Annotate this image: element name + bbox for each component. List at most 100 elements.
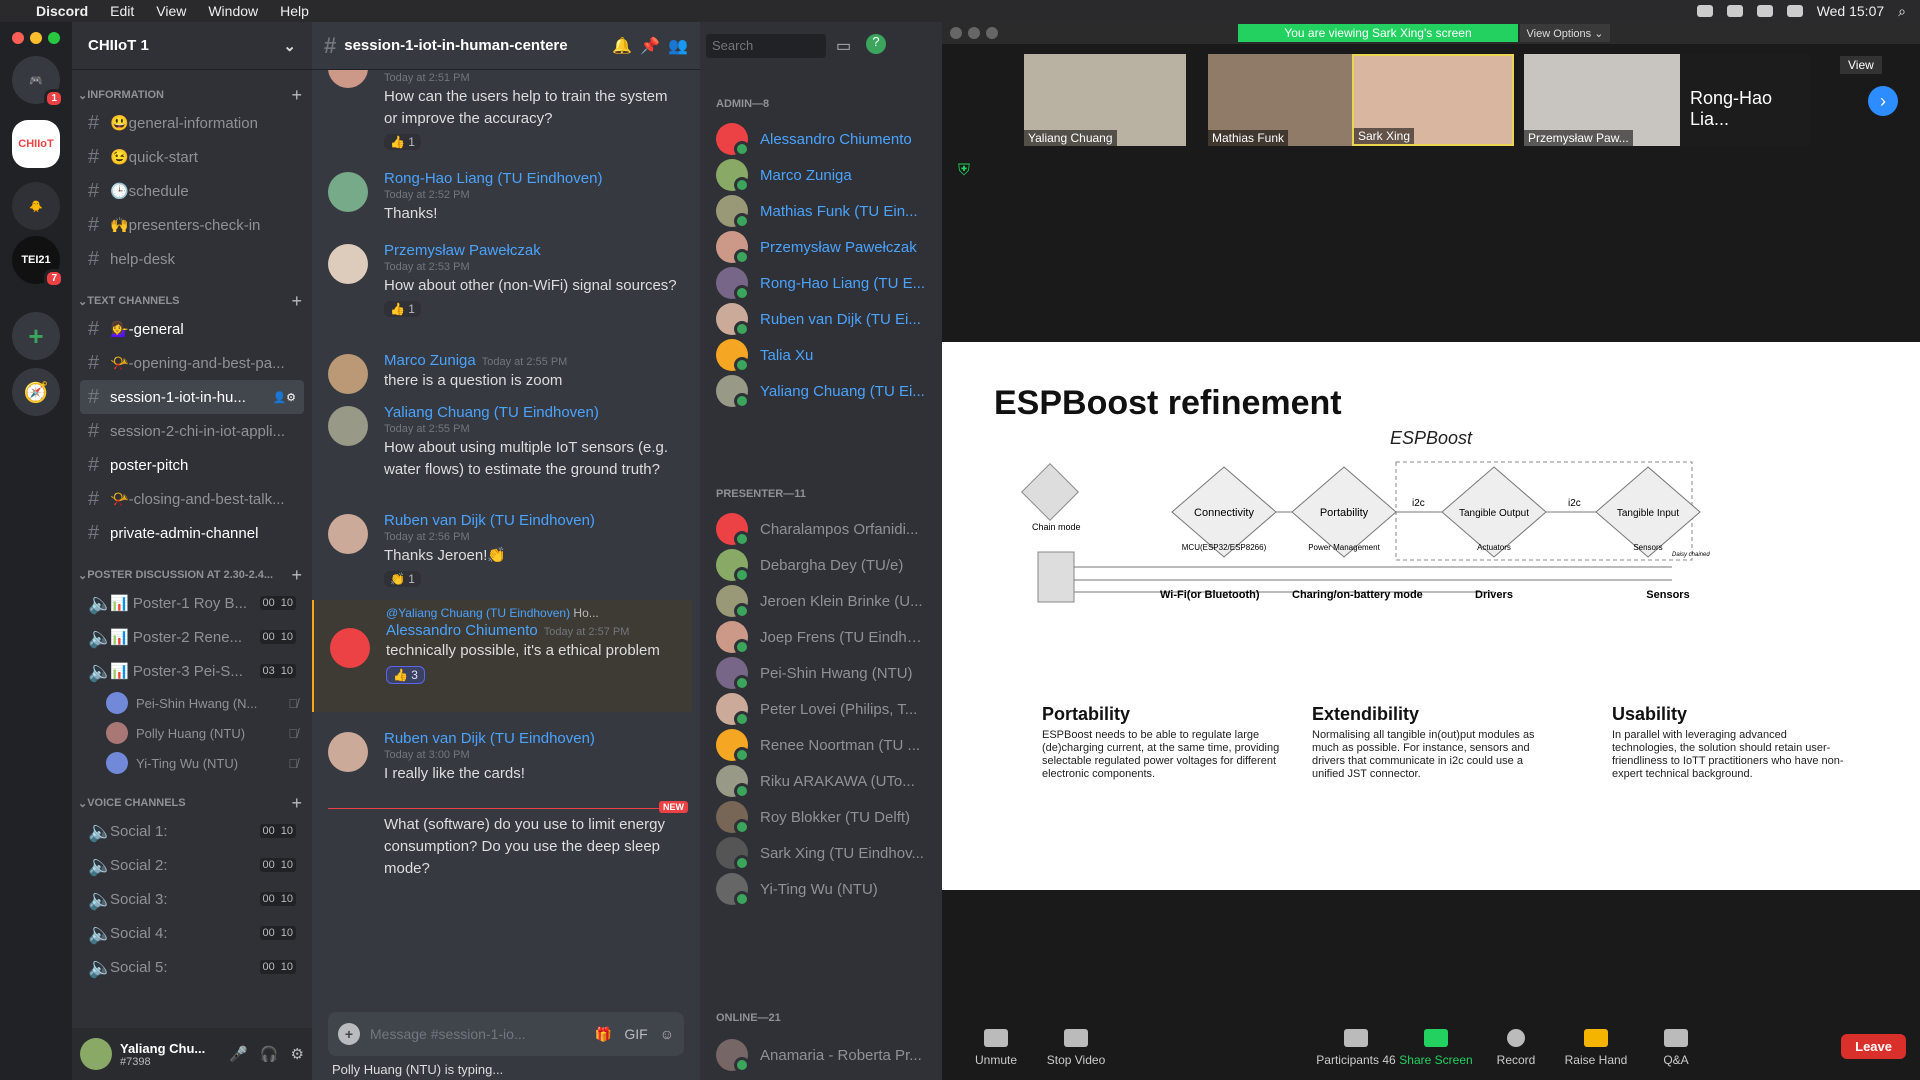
add-server-button[interactable]: + xyxy=(12,312,60,360)
member-item[interactable]: Yi-Ting Wu (NTU) xyxy=(708,868,934,910)
voice-social-2[interactable]: 🔈 Social 2: 00 10 xyxy=(80,848,304,882)
channel-presenters-check-in[interactable]: # 🙌presenters-check-in xyxy=(80,208,304,242)
voice-social-4[interactable]: 🔈 Social 4: 00 10 xyxy=(80,916,304,950)
channel-quick-start[interactable]: # 😉quick-start xyxy=(80,140,304,174)
channel-private-admin[interactable]: # private-admin-channel xyxy=(80,516,304,550)
author-name[interactable]: Alessandro Chiumento xyxy=(386,622,538,639)
channel-general[interactable]: # 💁‍♀️-general xyxy=(80,312,304,346)
server-header[interactable]: CHIIoT 1 ⌄ xyxy=(72,22,312,70)
voice-user[interactable]: Pei-Shin Hwang (N... 🎙̸ xyxy=(106,688,312,718)
search-icon[interactable]: ⌕ xyxy=(1898,3,1906,20)
wifi-icon[interactable] xyxy=(1756,5,1773,17)
voice-poster-3[interactable]: 🔈 📊 Poster-3 Pei-S... 03 10 xyxy=(80,654,304,688)
close-window-button[interactable] xyxy=(12,32,24,44)
avatar[interactable] xyxy=(328,354,368,394)
voice-poster-2[interactable]: 🔈 📊 Poster-2 Rene... 00 10 xyxy=(80,620,304,654)
member-item[interactable]: Anamaria - Roberta Pr... xyxy=(708,1034,934,1076)
voice-social-3[interactable]: 🔈 Social 3: 00 10 xyxy=(80,882,304,916)
author-name[interactable]: Przemysław Pawełczak xyxy=(384,242,680,259)
explore-servers-button[interactable]: 🧭 xyxy=(12,368,60,416)
voice-poster-1[interactable]: 🔈 📊 Poster-1 Roy B... 00 10 xyxy=(80,586,304,620)
video-tile[interactable]: Mathias Funk xyxy=(1208,54,1370,146)
app-menu[interactable]: Discord xyxy=(36,3,88,19)
channel-session-2[interactable]: # session-2-chi-in-iot-appli... xyxy=(80,414,304,448)
gear-icon[interactable]: ⚙ xyxy=(291,1045,304,1063)
voice-user[interactable]: Yi-Ting Wu (NTU) 🎙̸ xyxy=(106,748,312,778)
message[interactable]: Przemysław Pawełczak Today at 2:53 PM Ho… xyxy=(312,242,692,318)
reply-preview[interactable]: @Yaliang Chuang (TU Eindhoven) Ho... xyxy=(386,606,680,620)
invite-settings-icon[interactable]: 👤⚙ xyxy=(272,391,296,404)
voice-user[interactable]: Polly Huang (NTU) 🎙̸ xyxy=(106,718,312,748)
member-item[interactable]: Yaliang Chuang (TU Ei... xyxy=(708,370,934,412)
gif-icon[interactable]: GIF xyxy=(624,1026,647,1043)
zoom-window-button[interactable] xyxy=(48,32,60,44)
pin-icon[interactable]: 📌 xyxy=(640,36,660,56)
headphones-icon[interactable]: 🎧 xyxy=(260,1045,279,1063)
message[interactable]: Ruben van Dijk (TU Eindhoven) Today at 2… xyxy=(312,512,692,588)
participants-button[interactable]: Participants 46 xyxy=(1316,1029,1396,1067)
unmute-button[interactable]: Unmute xyxy=(956,1029,1036,1067)
reaction[interactable]: 👍 1 xyxy=(384,301,421,317)
raise-hand-button[interactable]: Raise Hand xyxy=(1556,1029,1636,1067)
inbox-icon[interactable]: ▭ xyxy=(836,36,851,56)
help-icon[interactable]: ? xyxy=(866,34,886,54)
author-name[interactable]: Yaliang Chuang (TU Eindhoven) xyxy=(384,404,680,421)
clock[interactable]: Wed 15:07 xyxy=(1817,3,1884,19)
video-tile-active[interactable]: Sark Xing xyxy=(1352,54,1514,146)
minimize-window-button[interactable] xyxy=(968,27,980,39)
author-name[interactable]: Ruben van Dijk (TU Eindhoven) xyxy=(384,512,680,529)
author-name[interactable]: Rong-Hao Liang (TU Eindhoven) xyxy=(384,170,680,187)
add-channel-icon[interactable]: + xyxy=(291,85,302,106)
avatar[interactable] xyxy=(80,1038,112,1070)
share-screen-button[interactable]: Share Screen xyxy=(1396,1029,1476,1067)
channel-schedule[interactable]: # 🕒schedule xyxy=(80,174,304,208)
channel-general-information[interactable]: # 😃general-information xyxy=(80,106,304,140)
message-input[interactable]: Message #session-1-io... xyxy=(370,1026,585,1042)
avatar[interactable] xyxy=(328,70,368,88)
message[interactable]: Rong-Hao Liang (TU Eindhoven) Today at 2… xyxy=(312,170,692,225)
voice-social-1[interactable]: 🔈 Social 1: 00 10 xyxy=(80,814,304,848)
server-icon[interactable]: 🐥 xyxy=(12,182,60,230)
zoom-window-button[interactable] xyxy=(986,27,998,39)
stop-video-button[interactable]: Stop Video xyxy=(1036,1029,1116,1067)
message[interactable]: Today at 2:51 PM How can the users help … xyxy=(312,70,692,151)
avatar[interactable] xyxy=(330,628,370,668)
message[interactable]: What (software) do you use to limit ener… xyxy=(312,814,692,880)
message-composer[interactable]: + Message #session-1-io... 🎁 GIF ☺ xyxy=(328,1012,684,1056)
category-text-channels[interactable]: ⌄ TEXT CHANNELS + xyxy=(72,290,312,312)
channel-opening[interactable]: # 📯-opening-and-best-pa... xyxy=(80,346,304,380)
menu-help[interactable]: Help xyxy=(280,3,309,19)
bell-icon[interactable]: 🔔 xyxy=(612,36,632,56)
microphone-icon[interactable]: 🎤 xyxy=(229,1045,248,1063)
avatar[interactable] xyxy=(328,244,368,284)
emoji-icon[interactable]: ☺ xyxy=(660,1026,674,1043)
server-tei[interactable]: TEI21 7 xyxy=(12,236,64,288)
home-button[interactable]: 🎮 1 xyxy=(12,56,64,108)
avatar[interactable] xyxy=(328,406,368,446)
video-tile[interactable]: Yaliang Chuang xyxy=(1024,54,1186,146)
message[interactable]: Ruben van Dijk (TU Eindhoven) Today at 3… xyxy=(312,730,692,785)
reaction[interactable]: 👍 3 xyxy=(386,666,425,684)
next-page-button[interactable]: › xyxy=(1868,86,1898,116)
leave-button[interactable]: Leave xyxy=(1841,1034,1906,1059)
record-button[interactable]: Record xyxy=(1476,1029,1556,1067)
view-button[interactable]: View xyxy=(1840,56,1882,74)
view-options-button[interactable]: View Options ⌄ xyxy=(1520,24,1610,42)
members-icon[interactable]: 👥 xyxy=(668,36,688,56)
channel-help-desk[interactable]: # help-desk xyxy=(80,242,304,276)
channel-closing[interactable]: # 📯-closing-and-best-talk... xyxy=(80,482,304,516)
gift-icon[interactable]: 🎁 xyxy=(595,1026,612,1043)
status-icon[interactable] xyxy=(1696,5,1713,17)
author-name[interactable]: Ruben van Dijk (TU Eindhoven) xyxy=(384,730,680,747)
message[interactable]: Yaliang Chuang (TU Eindhoven) Today at 2… xyxy=(312,404,692,481)
category-poster-discussion[interactable]: ⌄ POSTER DISCUSSION AT 2.30-2.4... + xyxy=(72,564,312,586)
add-channel-icon[interactable]: + xyxy=(291,291,302,312)
category-voice-channels[interactable]: ⌄ VOICE CHANNELS + xyxy=(72,792,312,814)
status-icon[interactable] xyxy=(1726,5,1743,17)
voice-social-5[interactable]: 🔈 Social 5: 00 10 xyxy=(80,950,304,984)
battery-icon[interactable] xyxy=(1786,5,1803,17)
avatar[interactable] xyxy=(328,732,368,772)
add-channel-icon[interactable]: + xyxy=(291,565,302,586)
add-attachment-button[interactable]: + xyxy=(338,1023,360,1045)
menu-window[interactable]: Window xyxy=(208,3,258,19)
